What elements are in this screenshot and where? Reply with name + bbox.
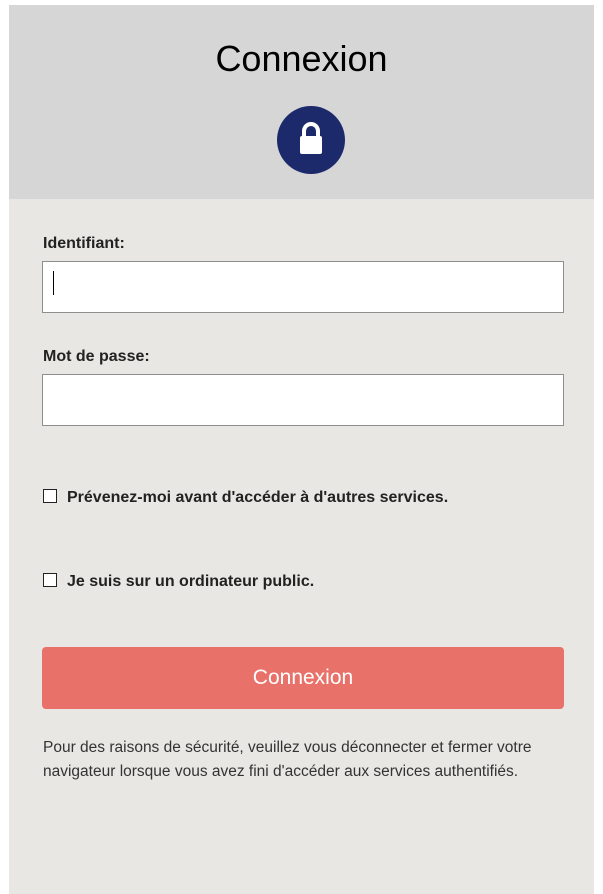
text-caret bbox=[53, 271, 54, 295]
public-computer-checkbox-row[interactable]: Je suis sur un ordinateur public. bbox=[43, 569, 513, 595]
public-computer-checkbox-label: Je suis sur un ordinateur public. bbox=[67, 573, 315, 590]
login-button[interactable]: Connexion bbox=[42, 647, 564, 709]
page-title: Connexion bbox=[215, 38, 388, 79]
login-header: Connexion bbox=[9, 5, 594, 199]
username-label: Identifiant: bbox=[43, 235, 125, 252]
password-label: Mot de passe: bbox=[43, 348, 150, 365]
warn-checkbox-label: Prévenez-moi avant d'accéder à d'autres … bbox=[67, 489, 449, 506]
warn-checkbox[interactable] bbox=[43, 489, 57, 503]
security-notice: Pour des raisons de sécurité, veuillez v… bbox=[43, 739, 532, 780]
public-computer-checkbox[interactable] bbox=[43, 573, 57, 587]
lock-icon bbox=[277, 106, 345, 174]
warn-checkbox-row[interactable]: Prévenez-moi avant d'accéder à d'autres … bbox=[43, 485, 513, 511]
password-input[interactable] bbox=[42, 374, 564, 426]
username-input[interactable] bbox=[42, 261, 564, 313]
